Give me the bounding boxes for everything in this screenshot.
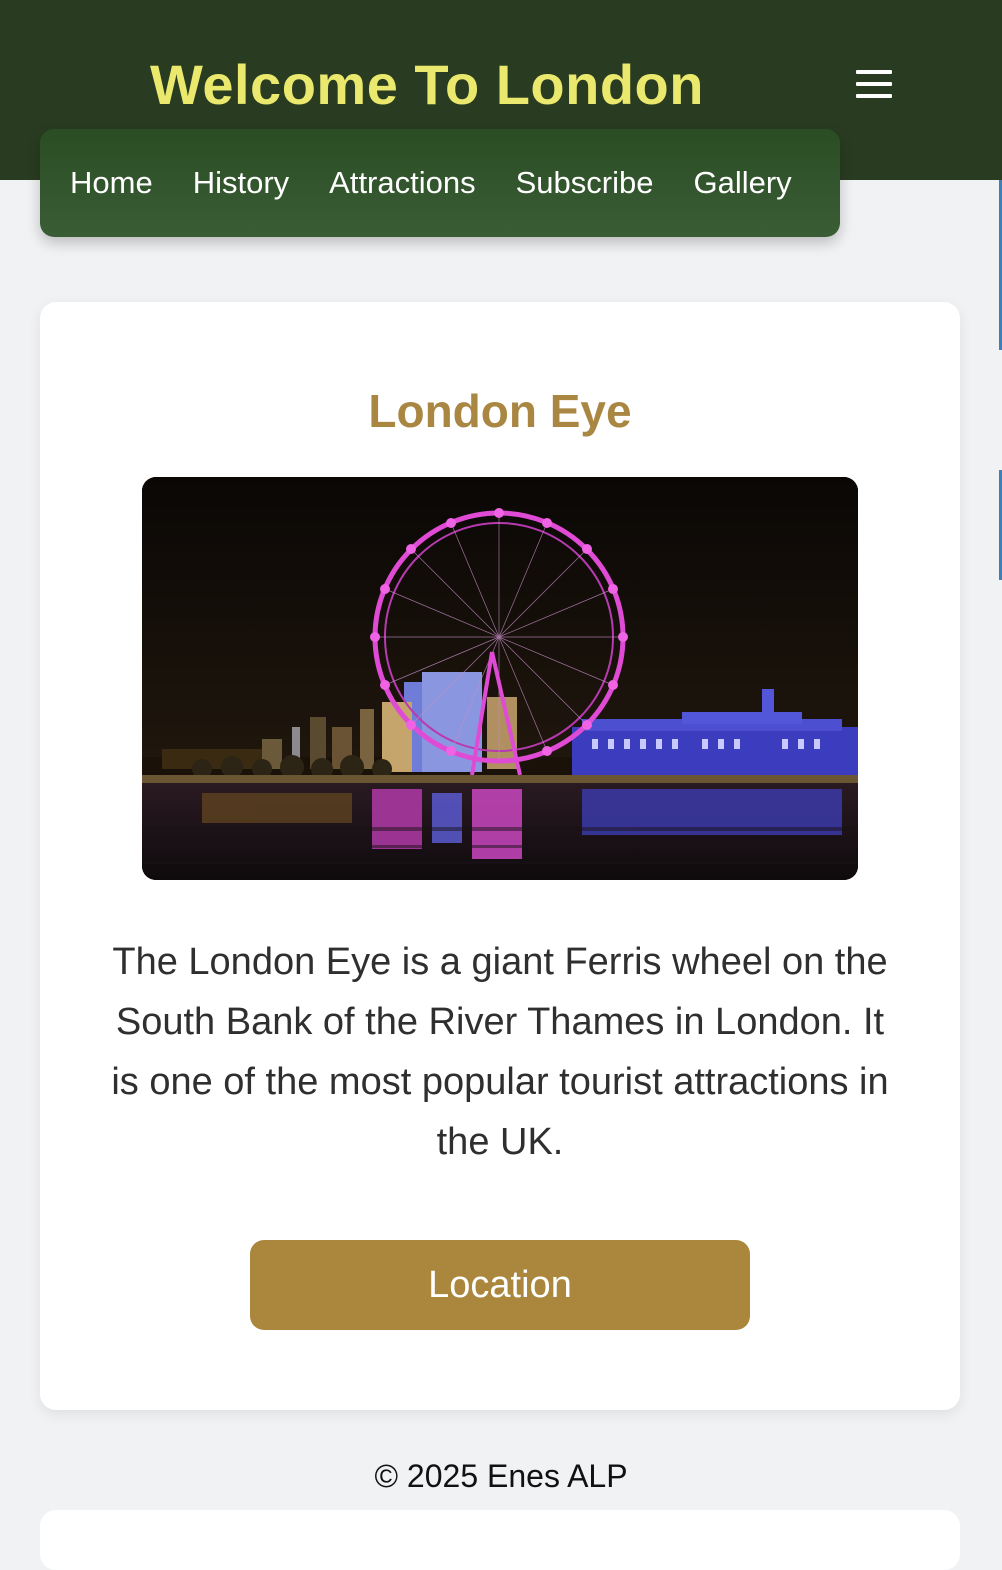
hamburger-bar <box>856 70 892 74</box>
nav-link-history[interactable]: History <box>193 165 289 201</box>
main-nav: Home History Attractions Subscribe Galle… <box>40 129 840 237</box>
location-button[interactable]: Location <box>250 1240 750 1330</box>
nav-link-gallery[interactable]: Gallery <box>693 165 791 201</box>
site-title: Welcome To London <box>150 53 704 116</box>
nav-link-attractions[interactable]: Attractions <box>329 165 475 201</box>
london-eye-illustration <box>142 477 858 880</box>
attraction-card: London Eye The London Eye is a giant Fer… <box>40 302 960 1410</box>
attraction-description: The London Eye is a giant Ferris wheel o… <box>111 941 889 1163</box>
hamburger-bar <box>856 82 892 86</box>
london-eye-photo <box>142 477 858 880</box>
next-attraction-card <box>40 1510 960 1570</box>
attraction-title: London Eye <box>368 385 632 437</box>
hamburger-bar <box>856 94 892 98</box>
hamburger-menu-icon[interactable] <box>856 70 896 98</box>
nav-link-subscribe[interactable]: Subscribe <box>516 165 654 201</box>
footer-copyright: © 2025 Enes ALP <box>374 1458 628 1494</box>
nav-link-home[interactable]: Home <box>70 165 153 201</box>
